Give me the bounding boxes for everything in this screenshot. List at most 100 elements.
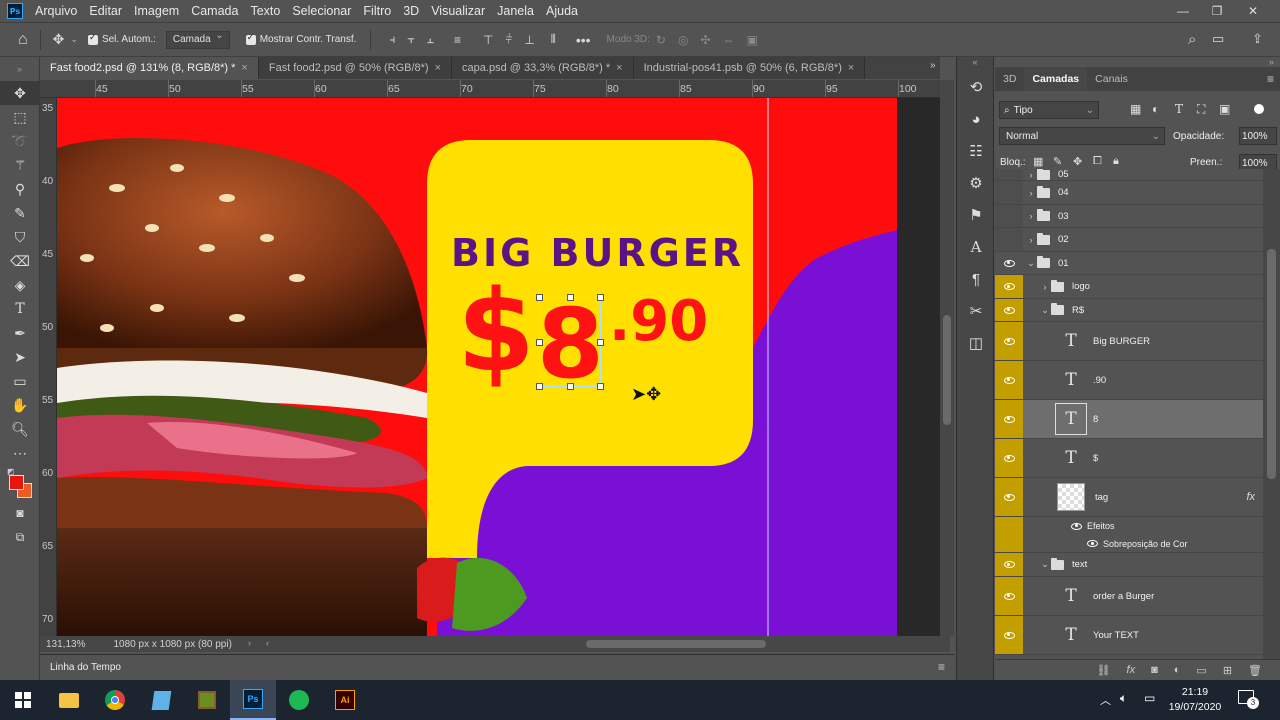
align-center-icon[interactable]: ⫟ <box>407 32 414 47</box>
restore-icon[interactable]: ❐ <box>1202 0 1232 22</box>
zoom-tool-icon[interactable]: 🔍︎ <box>0 417 40 441</box>
illustrator-icon[interactable]: Ai <box>322 680 368 720</box>
menu-arquivo[interactable]: Arquivo <box>35 4 77 18</box>
close-icon[interactable]: × <box>616 62 622 74</box>
menu-filtro[interactable]: Filtro <box>363 4 391 18</box>
adjustments-icon[interactable]: ☷ <box>957 135 995 167</box>
eye-icon[interactable] <box>1087 540 1098 547</box>
distribute-icon[interactable]: ≡ <box>454 33 461 47</box>
chevron-right-icon[interactable]: › <box>1025 235 1037 245</box>
blend-mode-dropdown[interactable]: Normal ⌄ <box>999 127 1165 145</box>
brush-tool-icon[interactable]: ✎ <box>0 201 40 225</box>
chrome-icon[interactable] <box>92 680 138 720</box>
history-icon[interactable]: ⟲ <box>957 71 995 103</box>
visibility-toggle[interactable] <box>995 553 1023 576</box>
vertical-scroll-thumb[interactable] <box>943 315 951 425</box>
align-middle-icon[interactable]: ⫩ <box>505 32 512 47</box>
layer-row-8-selected[interactable]: T 8 <box>995 400 1263 439</box>
filter-type-icon[interactable]: T <box>1175 102 1183 116</box>
layer-row-logo[interactable]: › logo <box>995 275 1263 299</box>
chevron-down-icon[interactable]: ⌄ <box>1025 258 1037 269</box>
add-mask-icon[interactable]: ◙ <box>1151 664 1158 676</box>
move-tool-icon[interactable]: ✥ <box>53 31 65 48</box>
layer-filter-dropdown[interactable]: ⌕ Tipo ⌄ <box>999 101 1099 119</box>
visibility-toggle[interactable] <box>995 181 1023 204</box>
panel-menu-icon[interactable]: ≡ <box>1267 72 1274 86</box>
chevron-down-icon[interactable]: ⌄ <box>1039 305 1051 316</box>
visibility-toggle[interactable] <box>995 478 1023 516</box>
screen-mode-icon[interactable]: ⧉ <box>0 525 40 549</box>
character-icon[interactable]: A <box>957 231 995 263</box>
3d-scale-icon[interactable]: ▣ <box>747 33 758 47</box>
layers-scroll-thumb[interactable] <box>1267 249 1276 479</box>
menu-janela[interactable]: Janela <box>497 4 534 18</box>
add-style-icon[interactable]: fx <box>1127 664 1136 676</box>
transform-handle[interactable] <box>536 383 543 390</box>
network-icon[interactable]: ▭ <box>1144 691 1155 705</box>
eraser-tool-icon[interactable]: ⌫ <box>0 249 40 273</box>
layer-row-rs[interactable]: ⌄ R$ <box>995 299 1263 322</box>
layer-effects-row[interactable]: Efeitos <box>995 517 1263 535</box>
visibility-toggle[interactable] <box>995 275 1023 298</box>
paragraph-icon[interactable]: ¶ <box>957 263 995 295</box>
3d-slide-icon[interactable]: ⇔ <box>723 33 735 47</box>
layer-row-tag[interactable]: tag fx <box>995 478 1263 517</box>
visibility-toggle[interactable] <box>995 577 1023 615</box>
panel-menu-icon[interactable]: ≡ <box>938 660 945 674</box>
filter-toggle[interactable] <box>1254 104 1264 114</box>
filter-adjustment-icon[interactable]: ◐ <box>1152 102 1159 116</box>
zoom-level[interactable]: 131,13% <box>46 639 85 650</box>
notification-icon[interactable]: 3 <box>1238 690 1259 709</box>
tab-document-1[interactable]: Fast food2.psd @ 131% (8, RGB/8*) * × <box>40 57 259 79</box>
visibility-toggle[interactable] <box>995 517 1023 535</box>
layer-row-04[interactable]: › 04 <box>995 181 1263 205</box>
chevron-right-icon[interactable]: › <box>1025 211 1037 221</box>
chevron-right-icon[interactable]: › <box>1025 170 1037 180</box>
visibility-toggle[interactable] <box>995 169 1023 180</box>
layer-row-03[interactable]: › 03 <box>995 205 1263 228</box>
chevron-down-icon[interactable]: ⌄ <box>70 34 78 45</box>
windows-start-icon[interactable] <box>0 680 46 720</box>
type-tool-icon[interactable]: T <box>0 297 40 321</box>
transform-handle[interactable] <box>536 339 543 346</box>
photoshop-logo-icon[interactable]: Ps <box>7 3 23 19</box>
layer-row-text[interactable]: ⌄ text <box>995 553 1263 577</box>
lock-pixels-icon[interactable]: ✎ <box>1053 155 1062 168</box>
layer-row-order-a-burger[interactable]: T order a Burger <box>995 577 1263 616</box>
visibility-toggle[interactable] <box>995 228 1023 251</box>
eye-icon[interactable] <box>1071 522 1082 530</box>
move-tool-icon[interactable]: ✥ <box>0 81 40 105</box>
clock[interactable]: 21:19 19/07/2020 <box>1166 685 1224 715</box>
file-explorer-icon[interactable] <box>46 680 92 720</box>
tab-document-2[interactable]: Fast food2.psd @ 50% (RGB/8*) × <box>258 57 453 79</box>
menu-texto[interactable]: Texto <box>250 4 280 18</box>
visibility-toggle[interactable] <box>995 616 1023 654</box>
horizontal-scroll-thumb[interactable] <box>586 640 766 648</box>
rectangle-tool-icon[interactable]: ▭ <box>0 369 40 393</box>
transform-handle[interactable] <box>597 383 604 390</box>
photoshop-taskbar-icon[interactable]: Ps <box>230 680 276 720</box>
layer-row-01[interactable]: ⌄ 01 <box>995 252 1263 275</box>
transform-handle[interactable] <box>536 294 543 301</box>
visibility-toggle[interactable] <box>995 205 1023 227</box>
align-top-icon[interactable]: ⊤ <box>483 33 493 47</box>
close-icon[interactable]: ✕ <box>1238 0 1268 22</box>
chevron-down-icon[interactable]: ⌄ <box>1039 559 1051 570</box>
quick-mask-icon[interactable]: ◙ <box>0 501 40 525</box>
lock-position-icon[interactable]: ✥ <box>1073 155 1082 168</box>
collapse-icon[interactable]: « <box>957 57 993 71</box>
layer-row-02[interactable]: › 02 <box>995 228 1263 252</box>
filter-smart-object-icon[interactable]: ▣ <box>1219 102 1230 116</box>
tools-preset-icon[interactable]: ✂ <box>957 295 995 327</box>
lock-transparent-icon[interactable]: ▦ <box>1033 155 1043 168</box>
lasso-tool-icon[interactable]: ➰ <box>0 129 40 153</box>
visibility-toggle[interactable] <box>995 400 1023 438</box>
menu-visualizar[interactable]: Visualizar <box>431 4 485 18</box>
volume-icon[interactable]: 🔈︎ <box>1120 691 1127 706</box>
lock-artboard-icon[interactable]: ⧠ <box>1093 155 1102 168</box>
fx-icon[interactable]: fx <box>1246 491 1255 503</box>
auto-select-dropdown[interactable]: Camada <box>165 30 230 49</box>
visibility-toggle[interactable] <box>995 439 1023 477</box>
collapse-icon[interactable]: » <box>0 57 39 81</box>
menu-camada[interactable]: Camada <box>191 4 238 18</box>
